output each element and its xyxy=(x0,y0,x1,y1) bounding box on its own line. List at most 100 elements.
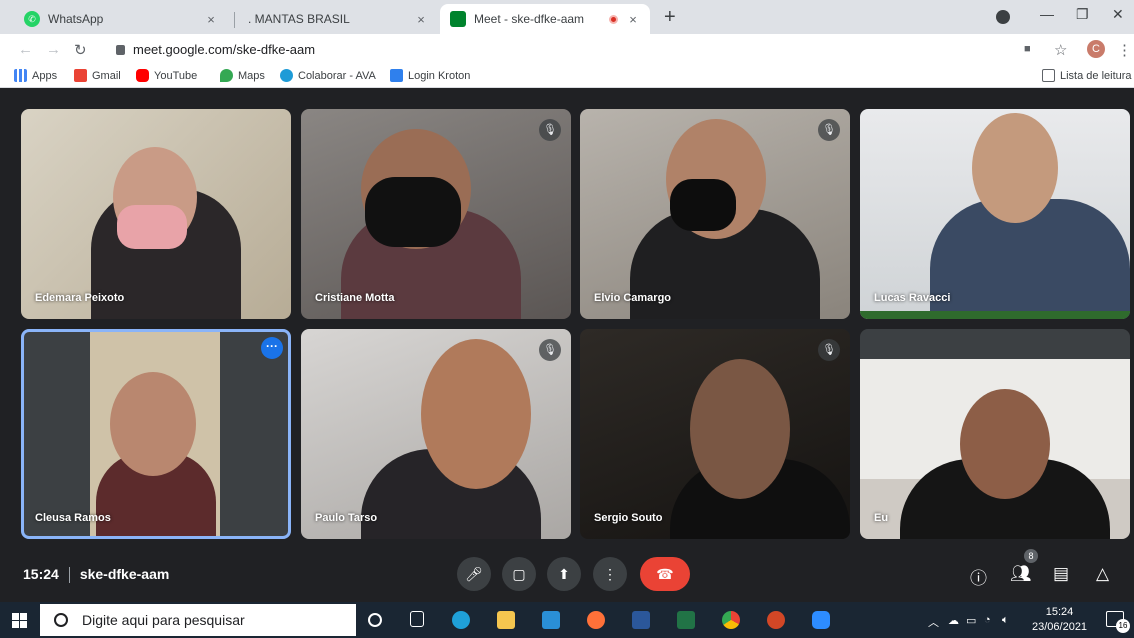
participant-name: Cristiane Motta xyxy=(315,292,395,304)
tab-search-icon[interactable] xyxy=(996,10,1010,24)
windows-taskbar: Digite aqui para pesquisar ︿ ☁ ▭ ◔ 🔈︎ 15… xyxy=(0,602,1134,638)
clock-date: 23/06/2021 xyxy=(1032,621,1088,633)
edge-icon[interactable] xyxy=(452,611,470,629)
present-screen-button[interactable]: ⬆ xyxy=(547,557,581,591)
person-face xyxy=(960,389,1050,499)
microphone-button[interactable]: 🎤︎ xyxy=(457,557,491,591)
profile-avatar[interactable]: C xyxy=(1087,40,1105,58)
bookmark-colaborar[interactable]: Colaborar - AVA xyxy=(280,69,376,82)
participant-name: Sergio Souto xyxy=(594,512,663,524)
close-tab-icon[interactable]: × xyxy=(202,12,220,27)
participant-count-badge: 8 xyxy=(1024,549,1038,563)
video-frame xyxy=(90,332,220,536)
face-mask xyxy=(365,177,461,247)
recording-icon xyxy=(609,14,618,24)
bookmark-maps[interactable]: Maps xyxy=(220,69,265,82)
bookmark-youtube[interactable]: YouTube xyxy=(136,69,197,82)
participant-tile[interactable]: 🎙 Elvio Camargo xyxy=(580,109,850,319)
cortana-icon[interactable] xyxy=(368,613,382,627)
show-hidden-icons[interactable]: ︿ xyxy=(928,614,939,630)
end-call-button[interactable]: ☎ xyxy=(640,557,690,591)
participant-tile-speaking[interactable]: ··· Cleusa Ramos xyxy=(21,329,291,539)
tab-meet[interactable]: Meet - ske-dfke-aam × xyxy=(440,4,650,34)
participant-tile[interactable]: 🎙 Sergio Souto xyxy=(580,329,850,539)
menu-icon[interactable]: ⋮ xyxy=(1117,41,1132,59)
maps-icon xyxy=(220,69,233,82)
powerpoint-icon[interactable] xyxy=(767,611,785,629)
more-options-menu-button[interactable]: ⋮ xyxy=(593,557,627,591)
meeting-time: 15:24 xyxy=(23,566,59,582)
participant-name: Elvio Camargo xyxy=(594,292,672,304)
participant-tile[interactable]: Lucas Ravacci xyxy=(860,109,1130,319)
participant-tile-self[interactable]: Eu xyxy=(860,329,1130,539)
reload-icon[interactable]: ↻ xyxy=(74,41,87,59)
mic-muted-icon: 🎙 xyxy=(539,119,561,141)
notifications-icon[interactable]: 16 xyxy=(1106,611,1130,633)
mic-muted-icon: 🎙 xyxy=(818,339,840,361)
close-window-button[interactable]: ✕ xyxy=(1112,6,1124,23)
bookmark-star-icon[interactable]: ☆ xyxy=(1054,41,1067,59)
forward-icon[interactable]: → xyxy=(46,41,61,58)
participant-name: Lucas Ravacci xyxy=(874,292,951,304)
participant-name: Cleusa Ramos xyxy=(35,512,111,524)
system-clock[interactable]: 15:24 23/06/2021 xyxy=(1032,605,1087,635)
wifi-icon[interactable]: ◔ xyxy=(984,614,991,626)
zoom-icon[interactable] xyxy=(812,611,830,629)
participant-tile[interactable]: Edemara Peixoto xyxy=(21,109,291,319)
participant-tile[interactable]: 🎙 Paulo Tarso xyxy=(301,329,571,539)
browser-toolbar: ← → ↻ meet.google.com/ske-dfke-aam ■ ☆ C… xyxy=(0,34,1134,64)
tab-title: Meet - ske-dfke-aam xyxy=(474,12,585,26)
reading-list[interactable]: Lista de leitura xyxy=(1042,69,1132,82)
bookmark-label: Login Kroton xyxy=(408,69,471,82)
divider xyxy=(68,567,70,584)
person-face xyxy=(972,113,1058,223)
activities-icon[interactable]: △ xyxy=(1096,564,1109,584)
reading-list-label: Lista de leitura xyxy=(1060,69,1132,82)
tab-title: WhatsApp xyxy=(48,12,104,26)
minimize-button[interactable]: — xyxy=(1040,6,1054,22)
people-icon[interactable]: 👥︎ xyxy=(1010,564,1032,584)
meet-stage: Edemara Peixoto 🎙 Cristiane Motta 🎙 Elvi… xyxy=(0,88,1134,602)
volume-icon[interactable]: 🔈︎ xyxy=(1002,614,1009,627)
bookmark-label: Maps xyxy=(238,69,265,82)
meeting-details: 15:24 ske-dfke-aam xyxy=(23,566,169,584)
bookmark-kroton[interactable]: Login Kroton xyxy=(390,69,470,82)
close-tab-icon[interactable]: × xyxy=(412,12,430,27)
back-icon[interactable]: ← xyxy=(18,41,33,58)
more-options-button[interactable]: ··· xyxy=(261,337,283,359)
kroton-icon xyxy=(390,69,403,82)
file-explorer-icon[interactable] xyxy=(497,611,515,629)
tab-whatsapp[interactable]: ✆ WhatsApp × xyxy=(14,4,228,34)
task-view-icon[interactable] xyxy=(410,611,424,627)
bookmark-apps[interactable]: Apps xyxy=(14,69,57,82)
onedrive-icon[interactable]: ☁ xyxy=(948,614,959,627)
chat-icon[interactable]: ▤ xyxy=(1053,564,1069,584)
new-tab-button[interactable]: + xyxy=(664,6,676,29)
tab-title: . MANTAS BRASIL xyxy=(248,12,350,26)
bookmark-label: Gmail xyxy=(92,69,121,82)
participant-tile[interactable]: 🎙 Cristiane Motta xyxy=(301,109,571,319)
taskbar-search-input[interactable]: Digite aqui para pesquisar xyxy=(40,604,356,636)
camera-button[interactable]: ▢ xyxy=(502,557,536,591)
meeting-info-icon[interactable]: ⓘ xyxy=(970,564,987,589)
address-bar[interactable]: meet.google.com/ske-dfke-aam xyxy=(116,42,315,57)
close-tab-icon[interactable]: × xyxy=(624,12,642,27)
tab-mantas-brasil[interactable]: . MANTAS BRASIL × xyxy=(238,4,438,34)
chrome-icon[interactable] xyxy=(722,611,740,629)
gmail-icon xyxy=(74,69,87,82)
firefox-icon[interactable] xyxy=(587,611,605,629)
mail-icon[interactable] xyxy=(542,611,560,629)
bookmark-gmail[interactable]: Gmail xyxy=(74,69,121,82)
bookmark-label: Apps xyxy=(32,69,58,82)
excel-icon[interactable] xyxy=(677,611,695,629)
battery-icon[interactable]: ▭ xyxy=(966,614,976,627)
lock-icon xyxy=(116,44,125,55)
reading-list-icon xyxy=(1042,69,1055,82)
maximize-button[interactable]: ❐ xyxy=(1076,6,1089,23)
windows-start-icon[interactable] xyxy=(12,613,27,628)
word-icon[interactable] xyxy=(632,611,650,629)
camera-in-use-icon[interactable]: ■ xyxy=(1024,43,1031,55)
notification-count: 16 xyxy=(1116,619,1130,633)
apps-grid-icon xyxy=(14,69,27,82)
face-mask xyxy=(670,179,736,231)
